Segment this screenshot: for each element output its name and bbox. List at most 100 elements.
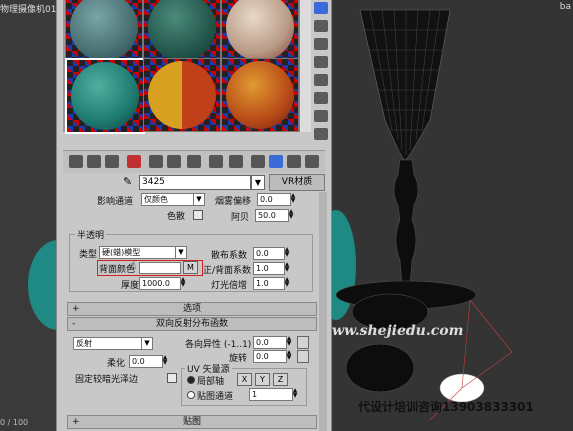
reset-icon[interactable] bbox=[127, 155, 141, 168]
material-slot[interactable] bbox=[65, 0, 143, 64]
material-slot[interactable] bbox=[143, 58, 221, 132]
goblet-wireframe bbox=[335, 9, 513, 421]
assign-to-selection-icon[interactable] bbox=[105, 155, 119, 168]
time-slider-status: 0 / 100 bbox=[0, 418, 29, 427]
scatter-coef-spinner[interactable]: 0.0 bbox=[253, 247, 285, 260]
copy-material-icon[interactable] bbox=[149, 155, 163, 168]
select-by-material-icon[interactable] bbox=[314, 128, 328, 140]
spinner-arrows-icon[interactable]: ▲ ▼ bbox=[287, 209, 295, 220]
front-back-coef-label: 正/背面系数 bbox=[203, 266, 252, 276]
sample-sphere bbox=[70, 0, 138, 61]
side-toolbar bbox=[311, 0, 331, 150]
dropdown-arrow-icon[interactable]: ▼ bbox=[175, 246, 187, 259]
go-forward-sibling-icon[interactable] bbox=[287, 155, 301, 168]
soften-label: 柔化 bbox=[107, 359, 126, 369]
back-color-map-button[interactable]: M bbox=[183, 261, 198, 274]
thickness-label: 厚度 bbox=[121, 281, 140, 291]
dropdown-arrow-icon[interactable]: ▼ bbox=[193, 193, 205, 206]
make-preview-icon[interactable] bbox=[314, 92, 328, 104]
material-editor: ✎ 3425 ▼ VR材质 影响通道 仅颜色 ▼ 烟雾偏移 0.0 ▲ ▼ 色散 … bbox=[56, 0, 332, 431]
spinner-arrows-icon[interactable]: ▲ ▼ bbox=[285, 350, 293, 361]
spinner-arrows-icon[interactable]: ▲ ▼ bbox=[285, 336, 293, 347]
rollout-title: 选项 bbox=[182, 304, 201, 314]
map-channel-label: 贴图通道 bbox=[197, 392, 234, 402]
dispersion-checkbox[interactable] bbox=[193, 210, 203, 220]
put-to-scene-icon[interactable] bbox=[87, 155, 101, 168]
axis-y-button[interactable]: Y bbox=[255, 373, 270, 386]
eyedropper-icon[interactable]: ✎ bbox=[123, 175, 133, 188]
rollout-scrollbar[interactable] bbox=[319, 192, 327, 431]
sample-sphere bbox=[148, 0, 216, 61]
fix-dark-edges-checkbox[interactable] bbox=[167, 373, 177, 383]
abbe-spinner[interactable]: 50.0 bbox=[255, 209, 289, 222]
spinner-arrows-icon[interactable]: ▲ ▼ bbox=[283, 277, 291, 288]
spinner-arrows-icon[interactable]: ▲ ▼ bbox=[291, 388, 299, 399]
scatter-coef-label: 散布系数 bbox=[211, 251, 248, 261]
soften-spinner[interactable]: 0.0 bbox=[129, 355, 163, 368]
sample-slots bbox=[63, 0, 299, 134]
backlight-icon[interactable] bbox=[314, 20, 328, 32]
abbe-label: 阿贝 bbox=[231, 213, 250, 223]
go-to-parent-icon[interactable] bbox=[269, 155, 283, 168]
axis-z-button[interactable]: Z bbox=[273, 373, 288, 386]
front-back-coef-spinner[interactable]: 1.0 bbox=[253, 262, 285, 275]
spinner-arrows-icon[interactable]: ▲ ▼ bbox=[283, 247, 291, 258]
brdf-rollout-header[interactable]: - 双向反射分布函数 bbox=[67, 317, 317, 331]
viewport-label[interactable]: 物理摄像机01 [ bbox=[0, 2, 58, 15]
spinner-arrows-icon[interactable]: ▲ ▼ bbox=[161, 355, 169, 366]
translucency-type-label: 类型 bbox=[79, 250, 98, 260]
translucency-type-dropdown[interactable]: 硬(蜡)模型 bbox=[99, 246, 177, 259]
material-id-icon[interactable] bbox=[209, 155, 223, 168]
material-name-field[interactable]: 3425 bbox=[139, 175, 251, 190]
material-name-dropdown[interactable]: ▼ bbox=[251, 175, 265, 190]
sample-type-icon[interactable] bbox=[314, 2, 328, 14]
thickness-spinner[interactable]: 1000.0 bbox=[139, 277, 181, 290]
anisotropy-spinner[interactable]: 0.0 bbox=[253, 336, 287, 349]
sample-sphere bbox=[148, 61, 216, 129]
local-axis-label: 局部轴 bbox=[197, 377, 225, 387]
affect-channel-dropdown[interactable]: 仅颜色 bbox=[141, 193, 195, 206]
back-color-swatch[interactable] bbox=[139, 262, 181, 274]
fog-bias-label: 烟雾偏移 bbox=[215, 197, 252, 207]
right-viewport[interactable]: ba www.shejiedu.com 代设计培训咨询13903833301 bbox=[330, 0, 573, 431]
dispersion-label: 色散 bbox=[167, 212, 186, 222]
options-icon[interactable] bbox=[314, 110, 328, 122]
axis-x-button[interactable]: X bbox=[237, 373, 252, 386]
show-end-result-icon[interactable] bbox=[251, 155, 265, 168]
material-slot[interactable] bbox=[221, 58, 299, 132]
pick-from-object-icon[interactable] bbox=[305, 155, 319, 168]
light-multiplier-spinner[interactable]: 1.0 bbox=[253, 277, 285, 290]
rotation-map-button[interactable] bbox=[297, 350, 309, 363]
cursor-hand-icon: ☝ bbox=[129, 258, 137, 272]
dropdown-arrow-icon[interactable]: ▼ bbox=[141, 337, 153, 350]
background-icon[interactable] bbox=[314, 38, 328, 50]
uv-tiling-icon[interactable] bbox=[314, 56, 328, 68]
anisotropy-label: 各向异性 (-1..1) bbox=[185, 340, 252, 350]
material-slot[interactable] bbox=[221, 0, 299, 64]
show-map-icon[interactable] bbox=[229, 155, 243, 168]
get-material-icon[interactable] bbox=[69, 155, 83, 168]
spinner-arrows-icon[interactable]: ▲ ▼ bbox=[179, 277, 187, 288]
material-type-button[interactable]: VR材质 bbox=[269, 174, 325, 191]
material-slot-selected[interactable] bbox=[65, 58, 145, 134]
options-rollout-header[interactable]: + 选项 bbox=[67, 302, 317, 316]
brdf-type-dropdown[interactable]: 反射 bbox=[73, 337, 143, 350]
map-channel-spinner[interactable]: 1 bbox=[249, 388, 293, 401]
local-axis-radio[interactable] bbox=[187, 376, 195, 384]
rollout-title: 双向反射分布函数 bbox=[155, 319, 228, 329]
fog-bias-spinner[interactable]: 0.0 bbox=[257, 193, 291, 206]
rotation-spinner[interactable]: 0.0 bbox=[253, 350, 287, 363]
map-channel-radio[interactable] bbox=[187, 391, 195, 399]
anisotropy-map-button[interactable] bbox=[297, 336, 309, 349]
make-unique-icon[interactable] bbox=[167, 155, 181, 168]
teal-object bbox=[28, 240, 58, 330]
spinner-arrows-icon[interactable]: ▲ ▼ bbox=[283, 262, 291, 273]
maps-rollout-header[interactable]: + 贴图 bbox=[67, 415, 317, 429]
fix-dark-edges-label: 固定较暗光泽边 bbox=[75, 375, 139, 385]
video-check-icon[interactable] bbox=[314, 74, 328, 86]
site-watermark: www.shejiedu.com bbox=[330, 323, 464, 339]
put-to-library-icon[interactable] bbox=[187, 155, 201, 168]
left-viewport[interactable]: 物理摄像机01 [ 0 / 100 bbox=[0, 0, 58, 431]
spinner-arrows-icon[interactable]: ▲ ▼ bbox=[289, 193, 297, 204]
material-slot[interactable] bbox=[143, 0, 221, 64]
